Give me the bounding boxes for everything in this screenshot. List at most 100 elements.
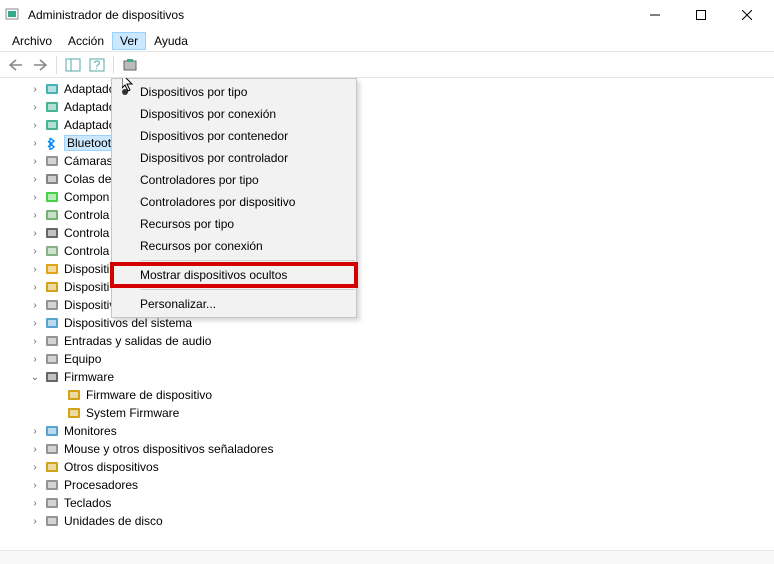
tree-node[interactable]: › Monitores [6, 422, 774, 440]
tree-node[interactable]: › Unidades de disco [6, 512, 774, 530]
tree-node[interactable]: ›Procesadores [6, 476, 774, 494]
menu-ver[interactable]: Ver [112, 32, 146, 50]
expand-icon[interactable]: › [28, 480, 42, 491]
tree-node-label: Dispositivos del sistema [64, 316, 192, 330]
usb-icon [44, 225, 60, 241]
expand-icon[interactable]: › [28, 318, 42, 329]
titlebar: Administrador de dispositivos [0, 0, 774, 30]
menu-resources-by-connection[interactable]: Recursos por conexión [112, 235, 356, 257]
view-menu-dropdown: Dispositivos por tipo Dispositivos por c… [111, 78, 357, 318]
collapse-icon[interactable]: ⌄ [28, 372, 42, 383]
expand-icon[interactable]: › [28, 246, 42, 257]
close-button[interactable] [724, 0, 770, 30]
minimize-button[interactable] [632, 0, 678, 30]
expand-icon[interactable]: › [28, 264, 42, 275]
menu-ayuda[interactable]: Ayuda [146, 32, 196, 50]
expand-icon[interactable]: › [28, 462, 42, 473]
horizontal-scrollbar[interactable] [0, 550, 774, 564]
expand-icon[interactable]: › [28, 354, 42, 365]
expand-icon[interactable]: › [28, 228, 42, 239]
hid-icon [44, 261, 60, 277]
menu-customize[interactable]: Personalizar... [112, 293, 356, 315]
tree-node-label: Equipo [64, 352, 101, 366]
app-icon [4, 7, 20, 23]
component-icon [44, 189, 60, 205]
maximize-button[interactable] [678, 0, 724, 30]
device-tree-panel: Dispositivos por tipo Dispositivos por c… [0, 78, 774, 564]
expand-icon[interactable]: › [28, 336, 42, 347]
mouse-icon [44, 441, 60, 457]
expand-icon[interactable]: › [28, 174, 42, 185]
svg-text:?: ? [94, 58, 101, 72]
software-icon [44, 297, 60, 313]
firmware-child-icon [66, 387, 82, 403]
display-icon [44, 81, 60, 97]
tree-node[interactable]: › Otros dispositivos [6, 458, 774, 476]
tree-node-label: Monitores [64, 424, 117, 438]
tree-node-label: Colas de [64, 172, 111, 186]
sound-icon [44, 207, 60, 223]
expand-icon[interactable]: › [28, 426, 42, 437]
tree-node-label: Firmware de dispositivo [86, 388, 212, 402]
tree-node-label: Adaptado [64, 118, 115, 132]
other-icon [44, 459, 60, 475]
expand-icon[interactable]: › [28, 300, 42, 311]
tree-node-label: System Firmware [86, 406, 179, 420]
tree-node[interactable]: ›Entradas y salidas de audio [6, 332, 774, 350]
expand-icon[interactable]: › [28, 138, 42, 149]
expand-icon[interactable]: › [28, 282, 42, 293]
expand-icon[interactable]: › [28, 84, 42, 95]
refresh-button[interactable] [118, 56, 142, 74]
expand-icon[interactable]: › [28, 102, 42, 113]
tree-node-label: Controla [64, 208, 109, 222]
toolbar: ? [0, 52, 774, 78]
menu-resources-by-type[interactable]: Recursos por tipo [112, 213, 356, 235]
expand-icon[interactable]: › [28, 192, 42, 203]
audio-icon [44, 333, 60, 349]
tree-node-label: Unidades de disco [64, 514, 163, 528]
tree-node[interactable]: Firmware de dispositivo [6, 386, 774, 404]
menu-drivers-by-type[interactable]: Controladores por tipo [112, 169, 356, 191]
expand-icon[interactable]: › [28, 210, 42, 221]
tree-node[interactable]: ›Mouse y otros dispositivos señaladores [6, 440, 774, 458]
menu-accion[interactable]: Acción [60, 32, 112, 50]
printer-icon [44, 171, 60, 187]
tree-node-label: Firmware [64, 370, 114, 384]
tree-node-label: Dispositi [64, 280, 109, 294]
tree-node-label: Otros dispositivos [64, 460, 159, 474]
tree-node-label: Adaptado [64, 82, 115, 96]
expand-icon[interactable]: › [28, 444, 42, 455]
network-icon [44, 117, 60, 133]
monitor-icon [44, 423, 60, 439]
tree-node[interactable]: ⌄ Firmware [6, 368, 774, 386]
tree-node-label: Adaptado [64, 100, 115, 114]
tree-node[interactable]: › Equipo [6, 350, 774, 368]
help-button[interactable]: ? [85, 56, 109, 74]
menu-show-hidden-devices[interactable]: Mostrar dispositivos ocultos [112, 264, 356, 286]
bullet-icon [122, 89, 128, 95]
tree-node-label: Compon [64, 190, 109, 204]
menu-devices-by-driver[interactable]: Dispositivos por controlador [112, 147, 356, 169]
expand-icon[interactable]: › [28, 156, 42, 167]
network-icon [44, 99, 60, 115]
menu-devices-by-container[interactable]: Dispositivos por contenedor [112, 125, 356, 147]
camera-icon [44, 153, 60, 169]
expand-icon[interactable]: › [28, 498, 42, 509]
menu-devices-by-type[interactable]: Dispositivos por tipo [112, 81, 356, 103]
tree-node[interactable]: ›Teclados [6, 494, 774, 512]
window-title: Administrador de dispositivos [26, 8, 632, 22]
forward-button[interactable] [28, 56, 52, 74]
back-button[interactable] [4, 56, 28, 74]
bluetooth-icon [44, 135, 60, 151]
menu-drivers-by-device[interactable]: Controladores por dispositivo [112, 191, 356, 213]
tree-node[interactable]: System Firmware [6, 404, 774, 422]
menu-separator [140, 260, 355, 261]
expand-icon[interactable]: › [28, 120, 42, 131]
menu-devices-by-connection[interactable]: Dispositivos por conexión [112, 103, 356, 125]
cpu-icon [44, 477, 60, 493]
expand-icon[interactable]: › [28, 516, 42, 527]
keyboard-icon [44, 495, 60, 511]
tree-node-label: Dispositi [64, 262, 109, 276]
menu-archivo[interactable]: Archivo [4, 32, 60, 50]
show-hide-tree-button[interactable] [61, 56, 85, 74]
